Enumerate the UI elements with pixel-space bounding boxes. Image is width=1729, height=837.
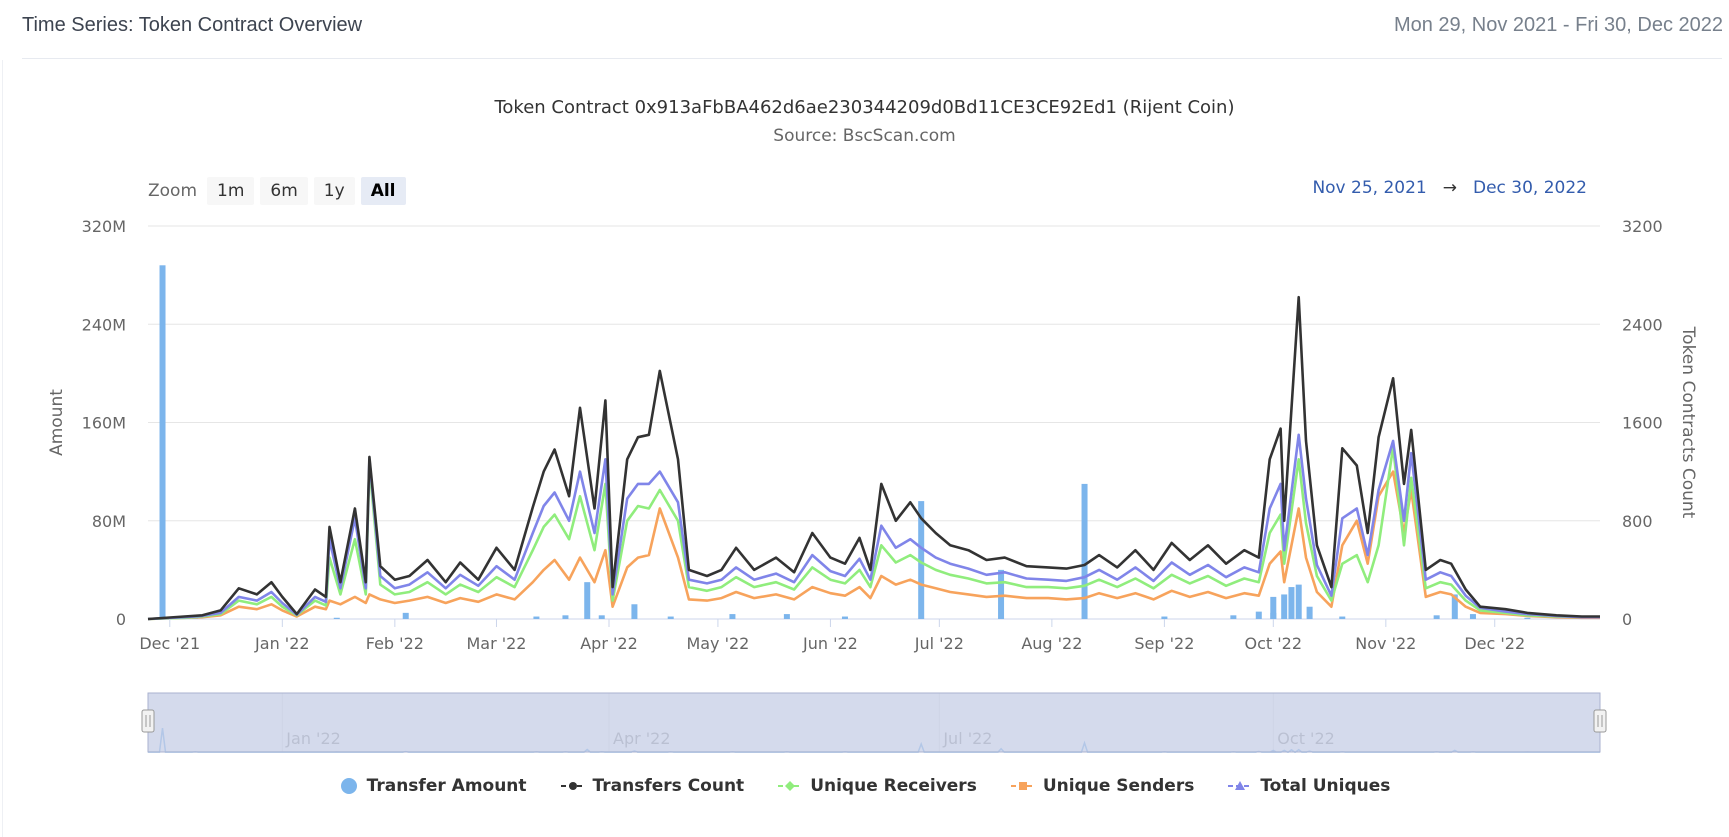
y-tick-label: 320M — [82, 217, 126, 236]
line-circle-marker-icon — [560, 782, 585, 790]
transfer-amount-bar — [729, 614, 736, 619]
transfer-amount-bar — [1295, 584, 1302, 619]
transfer-amount-bar — [783, 614, 790, 619]
transfer-amount-bar — [998, 569, 1005, 619]
legend-item-total-uniques[interactable]: Total Uniques — [1228, 776, 1390, 796]
transfer-amount-bar — [631, 604, 638, 619]
line-square-marker-icon — [1010, 782, 1035, 790]
legend-item-transfers-count[interactable]: Transfers Count — [560, 776, 745, 796]
x-tick-label: Oct '22 — [1245, 634, 1303, 653]
x-tick-label: Aug '22 — [1021, 634, 1082, 653]
transfer-amount-bar — [1469, 614, 1476, 619]
x-tick-label: Dec '22 — [1464, 634, 1525, 653]
transfer-amount-bar — [333, 617, 340, 619]
legend-label: Total Uniques — [1260, 776, 1391, 796]
line-diamond-marker-icon — [778, 781, 803, 791]
y-axis-left-ticks: 0 80M 160M 240M 320M — [82, 217, 126, 629]
transfer-amount-bar — [1339, 616, 1346, 619]
x-tick-label: Jul '22 — [914, 634, 964, 653]
x-axis-ticks: Dec '21 Jan '22 Feb '22 Mar '22 Apr '22 May '… — [139, 619, 1525, 653]
transfer-amount-bar — [402, 612, 409, 619]
legend-item-unique-receivers[interactable]: Unique Receivers — [778, 776, 977, 796]
line-triangle-marker-icon — [1228, 781, 1253, 790]
transfer-amount-bar — [1270, 596, 1277, 619]
y2-tick-label: 800 — [1622, 512, 1653, 531]
transfer-amount-bar — [1306, 606, 1313, 619]
legend-label: Transfers Count — [592, 776, 745, 796]
y2-tick-label: 1600 — [1622, 414, 1663, 433]
x-tick-label: Jun '22 — [802, 634, 858, 653]
legend: Transfer Amount Transfers Count Unique R… — [0, 776, 1729, 796]
x-tick-label: Feb '22 — [366, 634, 424, 653]
legend-item-transfer-amount[interactable]: Transfer Amount — [339, 776, 527, 796]
transfer-amount-bar — [1281, 594, 1288, 619]
chart-canvas: 0 80M 160M 240M 320M 0 800 1600 2400 3200 Dec '2… — [47, 217, 1698, 753]
handle-body — [1593, 709, 1607, 733]
navigator[interactable]: Jan '22Apr '22Jul '22Oct '22 — [141, 692, 1607, 753]
transfer-amount-bar — [159, 265, 166, 619]
y-tick-label: 80M — [92, 512, 126, 531]
transfer-amount-bar — [1524, 617, 1531, 619]
y2-tick-label: 2400 — [1622, 315, 1663, 334]
x-tick-label: Sep '22 — [1134, 634, 1194, 653]
y-axis-right-ticks: 0 800 1600 2400 3200 — [1622, 217, 1663, 629]
transfer-amount-bar — [1255, 611, 1262, 619]
x-tick-label: Nov '22 — [1355, 634, 1416, 653]
transfer-amount-bar — [598, 615, 605, 619]
legend-label: Unique Receivers — [810, 776, 977, 796]
legend-label: Transfer Amount — [366, 776, 527, 796]
transfer-amount-bar — [533, 616, 540, 619]
y-tick-label: 0 — [116, 610, 126, 629]
transfer-amount-bar — [584, 582, 591, 619]
y-tick-label: 160M — [82, 414, 126, 433]
transfer-amount-bar — [841, 616, 848, 619]
legend-label: Unique Senders — [1042, 776, 1195, 796]
y2-tick-label: 0 — [1622, 610, 1632, 629]
x-tick-label: May '22 — [686, 634, 749, 653]
transfer-amount-bar — [1161, 616, 1168, 619]
transfer-amount-bar — [1230, 615, 1237, 619]
navigator-left-handle[interactable] — [141, 709, 155, 733]
navigator-right-handle[interactable] — [1593, 709, 1607, 733]
series-lines — [147, 295, 1600, 621]
x-tick-label: Dec '21 — [139, 634, 200, 653]
transfer-amount-bar — [1433, 615, 1440, 619]
y2-tick-label: 3200 — [1622, 217, 1663, 236]
navigator-mask — [147, 692, 1601, 753]
x-tick-label: Jan '22 — [254, 634, 310, 653]
circle-marker-icon — [340, 778, 357, 794]
x-tick-label: Apr '22 — [580, 634, 638, 653]
y-axis-left-title: Amount — [47, 389, 67, 456]
transfer-amount-bar — [1288, 587, 1295, 619]
legend-item-unique-senders[interactable]: Unique Senders — [1010, 776, 1195, 796]
y-axis-right-title: Token Contracts Count — [1678, 326, 1698, 519]
y-tick-label: 240M — [82, 315, 126, 334]
x-tick-label: Mar '22 — [466, 634, 526, 653]
transfer-amount-bar — [562, 615, 569, 619]
transfer-amount-bar — [667, 616, 674, 619]
handle-body — [141, 709, 155, 733]
